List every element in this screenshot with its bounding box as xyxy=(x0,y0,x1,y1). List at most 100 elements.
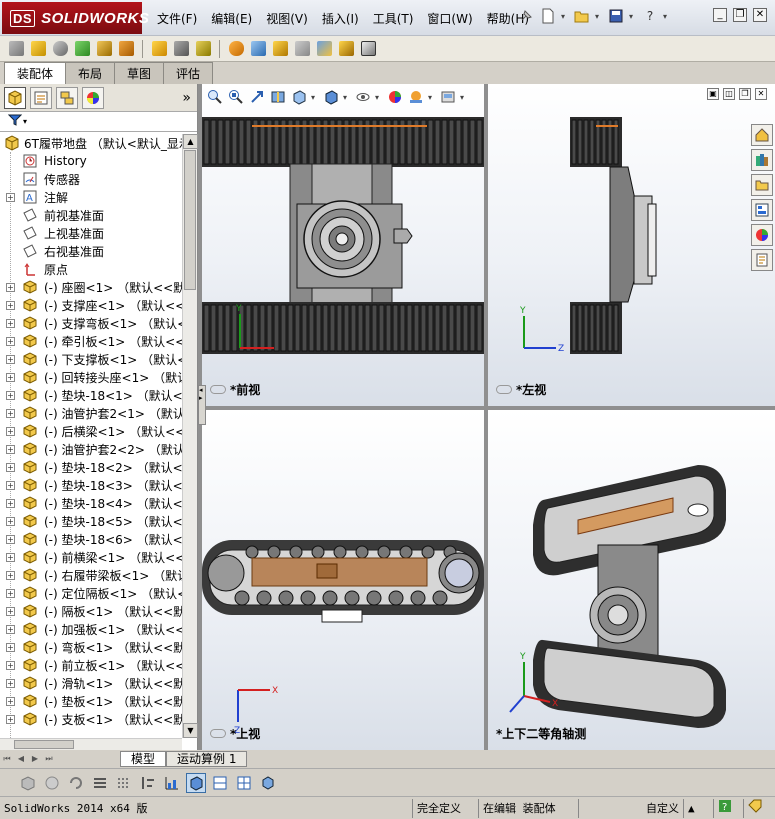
explode-line-sketch-icon[interactable] xyxy=(292,39,312,59)
bill-of-materials-icon[interactable] xyxy=(248,39,268,59)
tree-item-component[interactable]: + (-) 垫块-18<3> （默认<<默 xyxy=(0,476,182,494)
tree-item-component[interactable]: + (-) 支撑座<1> （默认<<默 xyxy=(0,296,182,314)
expand-icon[interactable]: + xyxy=(6,354,15,364)
linear-pattern-icon[interactable] xyxy=(72,39,92,59)
expand-icon[interactable]: + xyxy=(6,570,15,580)
tree-vertical-scrollbar[interactable]: ▲ ▼ xyxy=(182,134,198,738)
tree-item-component[interactable]: + (-) 垫块-18<4> （默认<<默 xyxy=(0,494,182,512)
tree-horizontal-scrollbar[interactable] xyxy=(0,738,182,750)
viewport-front[interactable]: ▾ ▾ ▾ ▾ ▾ Y *前视 xyxy=(202,84,484,406)
tree-item-component[interactable]: + (-) 油管护套2<2> （默认<< xyxy=(0,440,182,458)
configuration-manager-tab-icon[interactable] xyxy=(56,86,78,109)
smart-fasteners-icon[interactable] xyxy=(94,39,114,59)
exploded-view-icon[interactable] xyxy=(270,39,290,59)
chevron-up-icon[interactable]: ▲ xyxy=(683,798,713,818)
tree-item-component[interactable]: + (-) 座圈<1> （默认<<默认 xyxy=(0,278,182,296)
tree-item-component[interactable]: + (-) 滑轨<1> （默认<<默认 xyxy=(0,674,182,692)
menu-view[interactable]: 视图(V) xyxy=(259,8,315,29)
appearances-icon[interactable] xyxy=(751,224,773,246)
expand-icon[interactable]: + xyxy=(6,714,15,724)
tree-item-component[interactable]: + (-) 定位隔板<1> （默认<< xyxy=(0,584,182,602)
tab-evaluate[interactable]: 评估 xyxy=(163,62,214,84)
menu-edit[interactable]: 编辑(E) xyxy=(204,8,259,29)
expand-icon[interactable]: + xyxy=(6,516,15,526)
tree-item-component[interactable]: + (-) 垫块-18<6> （默认<<默 xyxy=(0,530,182,548)
menu-window[interactable]: 窗口(W) xyxy=(420,8,479,29)
scroll-thumb[interactable] xyxy=(14,740,74,749)
custom-properties-icon[interactable] xyxy=(751,249,773,271)
tree-item-component[interactable]: + (-) 垫块-18<2> （默认<<默 xyxy=(0,458,182,476)
menu-insert[interactable]: 插入(I) xyxy=(315,8,366,29)
tab-model[interactable]: 模型 xyxy=(120,751,167,767)
expand-icon[interactable]: + xyxy=(6,660,15,670)
rotate-view-icon[interactable] xyxy=(66,773,86,793)
units-selector[interactable]: 自定义 xyxy=(578,798,683,818)
expand-panel-icon[interactable]: » xyxy=(182,90,191,106)
expand-icon[interactable]: + xyxy=(6,498,15,508)
link-views-icon[interactable] xyxy=(496,385,512,394)
assembly-features-icon[interactable] xyxy=(171,39,191,59)
tree-item-component[interactable]: + (-) 前横梁<1> （默认<<默 xyxy=(0,548,182,566)
tree-item-component[interactable]: + (-) 垫块-18<1> （默认<<默 xyxy=(0,386,182,404)
horizontal-lines-icon[interactable] xyxy=(90,773,110,793)
expand-icon[interactable]: + xyxy=(6,300,15,310)
expand-icon[interactable]: + xyxy=(6,390,15,400)
expand-icon[interactable]: + xyxy=(6,444,15,454)
shaded-edges-icon[interactable] xyxy=(18,773,38,793)
expand-icon[interactable]: + xyxy=(6,678,15,688)
tree-item-component[interactable]: + (-) 油管护套2<1> （默认<< xyxy=(0,404,182,422)
isometric-cube-icon[interactable] xyxy=(258,773,278,793)
help-icon[interactable]: ? xyxy=(713,798,743,818)
file-explorer-icon[interactable] xyxy=(751,174,773,196)
solidworks-logo[interactable]: DS SOLIDWORKS xyxy=(2,2,149,34)
menu-file[interactable]: 文件(F) xyxy=(150,8,204,29)
save-icon[interactable] xyxy=(607,7,625,25)
tree-root[interactable]: 6T履带地盘 （默认<默认_显示 xyxy=(0,134,182,152)
tree-item[interactable]: 前视基准面 xyxy=(0,206,182,224)
show-hidden-icon[interactable] xyxy=(149,39,169,59)
expand-icon[interactable]: + xyxy=(6,552,15,562)
tree-item-component[interactable]: + (-) 隔板<1> （默认<<默认 xyxy=(0,602,182,620)
tree-item-component[interactable]: + (-) 回转接头座<1> （默认 xyxy=(0,368,182,386)
filter-icon[interactable] xyxy=(7,114,23,129)
interference-detection-icon[interactable] xyxy=(314,39,334,59)
move-component-icon[interactable] xyxy=(116,39,136,59)
scroll-down-icon[interactable]: ▼ xyxy=(183,723,198,738)
chevron-down-icon[interactable]: ▾ xyxy=(629,12,637,21)
tree-item-component[interactable]: + (-) 垫块-18<5> （默认<<默 xyxy=(0,512,182,530)
design-library-icon[interactable] xyxy=(751,149,773,171)
draft-quality-icon[interactable] xyxy=(42,773,62,793)
help-icon[interactable]: ? xyxy=(641,7,659,25)
tree-item-component[interactable]: + (-) 支撑弯板<1> （默认<< xyxy=(0,314,182,332)
single-viewport-icon[interactable] xyxy=(186,772,206,793)
minimize-icon[interactable]: _ xyxy=(713,8,727,22)
expand-icon[interactable]: + xyxy=(6,624,15,634)
expand-icon[interactable]: + xyxy=(6,192,15,202)
view-palette-icon[interactable] xyxy=(751,199,773,221)
tree-item-component[interactable]: + (-) 弯板<1> （默认<<默认 xyxy=(0,638,182,656)
chart-icon[interactable] xyxy=(162,773,182,793)
panel-collapse-handle[interactable]: ◂ ▸ xyxy=(198,385,206,425)
pin-icon[interactable] xyxy=(517,7,535,25)
new-motion-study-icon[interactable] xyxy=(226,39,246,59)
tree-item[interactable]: 右视基准面 xyxy=(0,242,182,260)
property-manager-tab-icon[interactable] xyxy=(30,86,52,109)
prev-tab-icon[interactable]: ◀ xyxy=(14,752,28,766)
tree-item-component[interactable]: + (-) 后横梁<1> （默认<<默 xyxy=(0,422,182,440)
tree-item[interactable]: 原点 xyxy=(0,260,182,278)
new-part-icon[interactable] xyxy=(28,39,48,59)
viewport-isometric[interactable]: Y X *上下二等角轴测 xyxy=(488,410,775,750)
expand-icon[interactable]: + xyxy=(6,606,15,616)
tree-item-component[interactable]: + (-) 下支撑板<1> （默认<< xyxy=(0,350,182,368)
tag-icon[interactable] xyxy=(743,798,773,818)
expand-icon[interactable]: + xyxy=(6,426,15,436)
next-tab-icon[interactable]: ▶ xyxy=(28,752,42,766)
display-manager-tab-icon[interactable] xyxy=(82,86,104,109)
expand-icon[interactable]: + xyxy=(6,642,15,652)
hole-alignment-icon[interactable] xyxy=(358,39,378,59)
clearance-verification-icon[interactable] xyxy=(336,39,356,59)
viewport-top[interactable]: X Z *上视 xyxy=(202,410,484,750)
new-document-icon[interactable] xyxy=(539,7,557,25)
tab-assembly[interactable]: 装配体 xyxy=(4,62,67,84)
expand-icon[interactable]: + xyxy=(6,318,15,328)
